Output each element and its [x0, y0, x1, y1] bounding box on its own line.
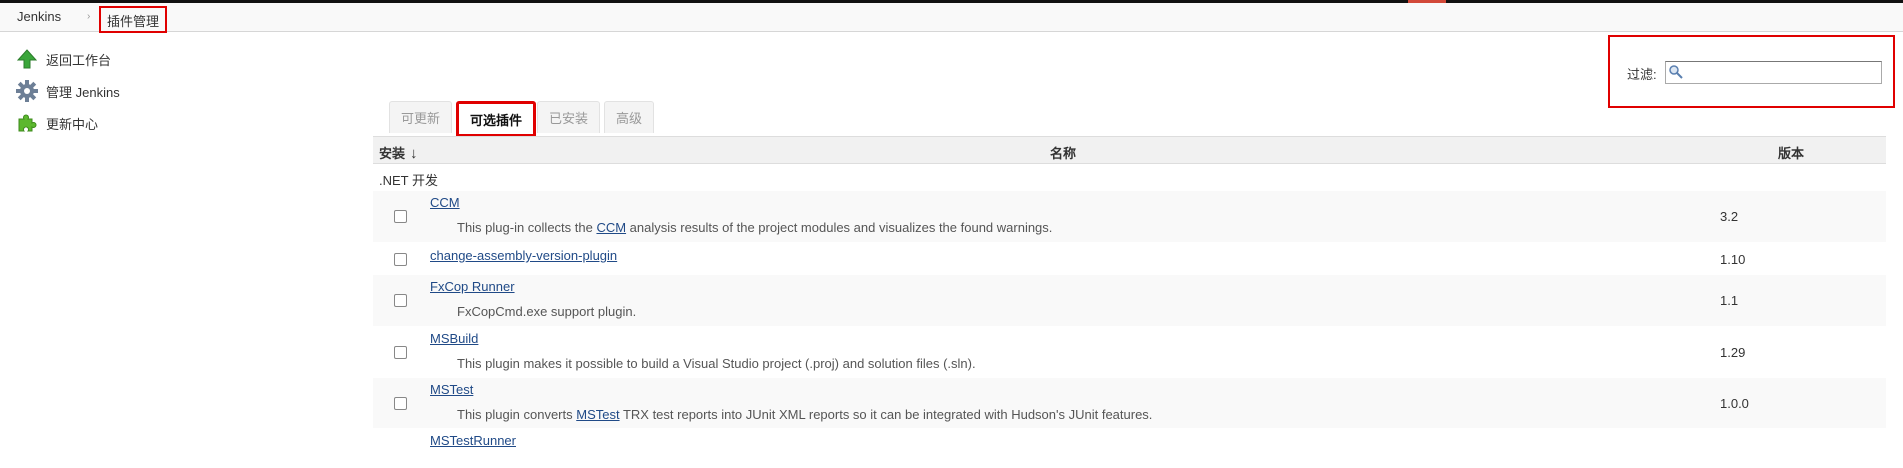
- install-checkbox[interactable]: [394, 253, 407, 266]
- plugin-description: This plugin converts MSTest TRX test rep…: [457, 407, 1152, 422]
- plugin-description-link[interactable]: MSTest: [576, 407, 619, 422]
- name-column-header[interactable]: 名称: [1050, 143, 1076, 162]
- plugin-description: This plug-in collects the CCM analysis r…: [457, 220, 1052, 235]
- plugin-version: 1.29: [1720, 345, 1746, 360]
- table-row: MSTest This plugin converts MSTest TRX t…: [373, 377, 1886, 428]
- plugin-version: 1.1: [1720, 293, 1739, 308]
- plugin-description-text: TRX test reports into JUnit XML reports …: [619, 407, 1153, 422]
- plugin-version: 1.10: [1720, 252, 1746, 267]
- filter-input[interactable]: [1665, 61, 1882, 84]
- sidebar-item-update-center[interactable]: 更新中心: [16, 112, 98, 134]
- sidebar-item-back-to-dashboard[interactable]: 返回工作台: [16, 48, 111, 70]
- table-row: MSBuild This plugin makes it possible to…: [373, 326, 1886, 377]
- plugin-name-link[interactable]: MSBuild: [430, 331, 478, 346]
- plugin-description: FxCopCmd.exe support plugin.: [457, 304, 637, 319]
- category-label: .NET 开发: [379, 173, 438, 188]
- install-header-label: 安装: [379, 146, 406, 161]
- filter-label: 过滤:: [1627, 67, 1657, 82]
- puzzle-icon: [16, 112, 38, 134]
- table-row: change-assembly-version-plugin 1.10: [373, 242, 1886, 274]
- plugin-name-link[interactable]: FxCop Runner: [430, 279, 515, 294]
- plugin-version: 3.2: [1720, 209, 1739, 224]
- table-row: MSTestRunner: [373, 428, 1886, 468]
- gear-icon: [16, 80, 38, 102]
- table-header: 安装 ↓ 名称 版本: [373, 136, 1886, 164]
- tab-advanced[interactable]: 高级: [604, 101, 655, 133]
- plugin-description-link[interactable]: CCM: [596, 220, 626, 235]
- breadcrumb-chevron-icon: ›: [87, 11, 91, 22]
- plugin-name-link[interactable]: change-assembly-version-plugin: [430, 248, 617, 263]
- sidebar-item-label: 管理 Jenkins: [46, 84, 120, 100]
- sidebar-item-manage-jenkins[interactable]: 管理 Jenkins: [16, 80, 120, 102]
- install-checkbox[interactable]: [394, 210, 407, 223]
- category-row: .NET 开发: [373, 164, 1886, 190]
- up-arrow-icon: [16, 48, 38, 70]
- plugin-version: 1.0.0: [1720, 396, 1749, 411]
- plugin-name-link[interactable]: MSTest: [430, 382, 473, 397]
- search-icon: [1668, 64, 1684, 80]
- table-row: FxCop Runner FxCopCmd.exe support plugin…: [373, 274, 1886, 326]
- plugin-name-link[interactable]: MSTestRunner: [430, 433, 516, 448]
- install-checkbox[interactable]: [394, 346, 407, 359]
- tab-updates[interactable]: 可更新: [389, 101, 453, 133]
- tab-available[interactable]: 可选插件: [456, 101, 537, 137]
- plugin-table: 安装 ↓ 名称 版本 .NET 开发 CCM This plug-in colle…: [373, 136, 1886, 468]
- version-column-header[interactable]: 版本: [1778, 143, 1804, 162]
- breadcrumb-home-link[interactable]: Jenkins: [17, 9, 61, 24]
- plugin-name-link[interactable]: CCM: [430, 195, 460, 210]
- breadcrumb: Jenkins › 插件管理: [0, 3, 1903, 33]
- plugin-description: This plugin makes it possible to build a…: [457, 356, 976, 371]
- sort-arrow-icon: ↓: [410, 145, 418, 162]
- tab-installed[interactable]: 已安装: [537, 101, 601, 133]
- install-column-header[interactable]: 安装 ↓: [379, 143, 418, 162]
- install-checkbox[interactable]: [394, 294, 407, 307]
- plugin-description-text: This plug-in collects the: [457, 220, 597, 235]
- filter-box: 过滤:: [1608, 35, 1895, 108]
- table-row: CCM This plug-in collects the CCM analys…: [373, 190, 1886, 242]
- breadcrumb-current[interactable]: 插件管理: [99, 6, 168, 33]
- install-checkbox[interactable]: [394, 397, 407, 410]
- plugin-description-text: analysis results of the project modules …: [626, 220, 1053, 235]
- sidebar-item-label: 更新中心: [46, 116, 99, 132]
- plugin-description-text: This plugin converts: [457, 407, 577, 422]
- sidebar-item-label: 返回工作台: [46, 52, 112, 68]
